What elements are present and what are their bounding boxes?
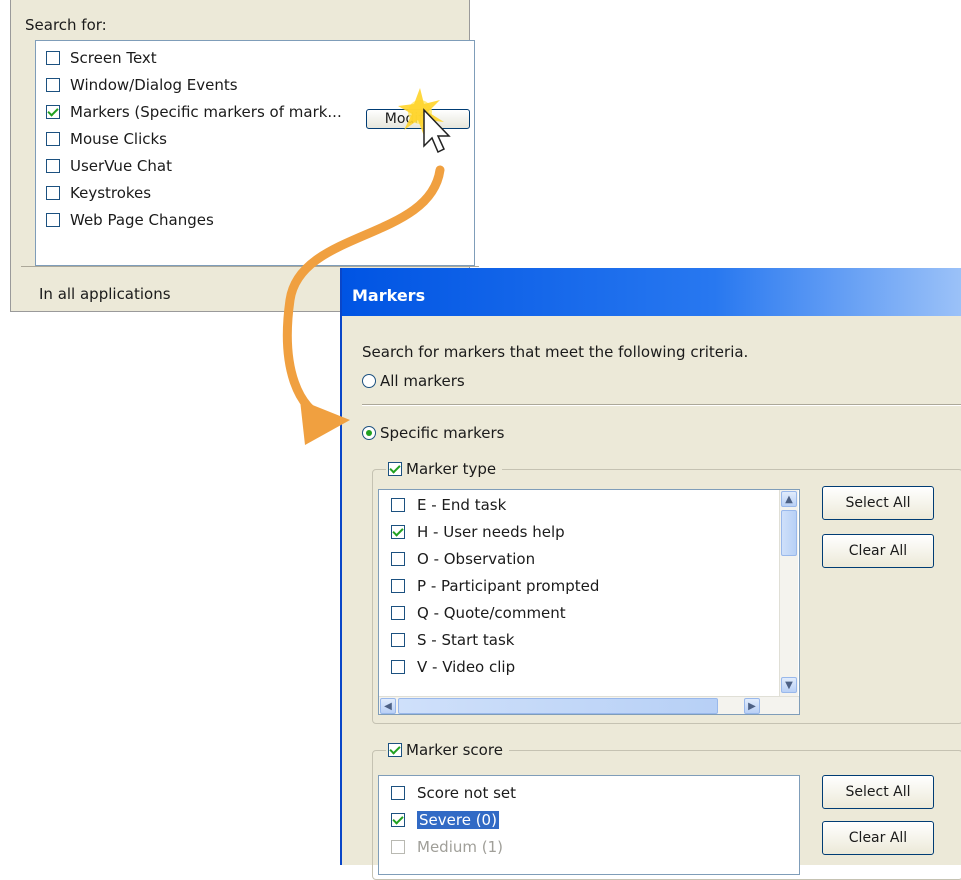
list-item-label: Window/Dialog Events xyxy=(70,76,238,94)
list-item-label: Keystrokes xyxy=(70,184,152,202)
keystrokes-checkbox[interactable] xyxy=(46,186,60,200)
list-item-label: UserVue Chat xyxy=(70,157,172,175)
list-item-label: Q - Quote/comment xyxy=(417,604,566,622)
list-item-label: S - Start task xyxy=(417,631,515,649)
marker-score-legend[interactable]: Marker score xyxy=(386,741,509,759)
list-item-markers[interactable]: Markers (Specific markers of mark... xyxy=(46,100,342,124)
list-item-keystrokes[interactable]: Keystrokes xyxy=(46,181,151,205)
marker-type-clear-all-button[interactable]: Clear All xyxy=(822,534,934,568)
list-item-label: P - Participant prompted xyxy=(417,577,600,595)
mouse-clicks-checkbox[interactable] xyxy=(46,132,60,146)
list-item-label: O - Observation xyxy=(417,550,536,568)
marker-type-checkbox[interactable] xyxy=(388,462,402,476)
marker-type-select-all-button[interactable]: Select All xyxy=(822,486,934,520)
list-item-label: Severe (0) xyxy=(417,811,499,829)
marker-item-checkbox[interactable] xyxy=(391,660,405,674)
horizontal-scrollbar-thumb[interactable] xyxy=(398,698,718,714)
marker-item-checkbox[interactable] xyxy=(391,498,405,512)
score-item-checkbox[interactable] xyxy=(391,840,405,854)
marker-item-checkbox[interactable] xyxy=(391,579,405,593)
list-item-label: Markers (Specific markers of mark... xyxy=(70,103,342,121)
marker-score-label: Marker score xyxy=(406,741,503,759)
list-item-label: Mouse Clicks xyxy=(70,130,167,148)
list-item[interactable]: H - User needs help xyxy=(391,520,565,544)
search-for-title: Search for: xyxy=(25,16,107,34)
marker-score-list[interactable]: Score not set Severe (0) Medium (1) xyxy=(378,775,800,875)
list-item-screen-text[interactable]: Screen Text xyxy=(46,46,157,70)
marker-score-clear-all-button[interactable]: Clear All xyxy=(822,821,934,855)
list-item-web-page-changes[interactable]: Web Page Changes xyxy=(46,208,214,232)
marker-type-list[interactable]: E - End task H - User needs help O - Obs… xyxy=(378,489,800,715)
list-item[interactable]: V - Video clip xyxy=(391,655,515,679)
specific-markers-label: Specific markers xyxy=(380,424,505,442)
list-item[interactable]: Score not set xyxy=(391,781,516,805)
marker-item-checkbox[interactable] xyxy=(391,633,405,647)
scroll-right-icon[interactable]: ▶ xyxy=(744,698,760,714)
window-dialog-events-checkbox[interactable] xyxy=(46,78,60,92)
dialog-title-bar[interactable]: Markers xyxy=(342,268,961,316)
all-markers-label: All markers xyxy=(380,372,465,390)
markers-dialog: Markers Search for markers that meet the… xyxy=(340,268,961,880)
score-item-checkbox[interactable] xyxy=(391,786,405,800)
marker-item-checkbox[interactable] xyxy=(391,525,405,539)
all-markers-option[interactable]: All markers xyxy=(362,372,465,390)
list-item[interactable]: Medium (1) xyxy=(391,835,503,859)
all-markers-radio[interactable] xyxy=(362,374,376,388)
scroll-down-icon[interactable]: ▼ xyxy=(781,677,797,693)
scope-label: In all applications xyxy=(39,285,171,303)
list-item-label: Score not set xyxy=(417,784,517,802)
marker-item-checkbox[interactable] xyxy=(391,552,405,566)
score-item-checkbox[interactable] xyxy=(391,813,405,827)
modify-button[interactable]: Modify xyxy=(366,109,470,129)
panel-divider xyxy=(21,266,479,267)
list-item-label: V - Video clip xyxy=(417,658,516,676)
list-item[interactable]: E - End task xyxy=(391,493,506,517)
markers-checkbox[interactable] xyxy=(46,105,60,119)
uservue-chat-checkbox[interactable] xyxy=(46,159,60,173)
scrollbar-thumb[interactable] xyxy=(781,510,797,556)
list-item-uservue-chat[interactable]: UserVue Chat xyxy=(46,154,172,178)
specific-markers-option[interactable]: Specific markers xyxy=(362,424,504,442)
marker-score-checkbox[interactable] xyxy=(388,743,402,757)
horizontal-scrollbar[interactable]: ◀ ▶ xyxy=(379,696,799,714)
search-type-list: Screen Text Window/Dialog Events Markers… xyxy=(35,40,475,266)
criteria-instructions: Search for markers that meet the followi… xyxy=(362,343,749,361)
list-item[interactable]: O - Observation xyxy=(391,547,535,571)
list-item-label: Web Page Changes xyxy=(70,211,214,229)
list-item-mouse-clicks[interactable]: Mouse Clicks xyxy=(46,127,167,151)
marker-type-label: Marker type xyxy=(406,460,497,478)
search-for-panel: Search for: Screen Text Window/Dialog Ev… xyxy=(10,0,479,312)
list-item[interactable]: P - Participant prompted xyxy=(391,574,599,598)
list-item[interactable]: Q - Quote/comment xyxy=(391,601,566,625)
list-item[interactable]: Severe (0) xyxy=(391,808,499,832)
specific-markers-radio[interactable] xyxy=(362,426,376,440)
marker-type-legend[interactable]: Marker type xyxy=(386,460,503,478)
list-item-label: Screen Text xyxy=(70,49,157,67)
list-item-window-dialog-events[interactable]: Window/Dialog Events xyxy=(46,73,238,97)
screen-text-checkbox[interactable] xyxy=(46,51,60,65)
list-item[interactable]: S - Start task xyxy=(391,628,514,652)
list-item-label: Medium (1) xyxy=(417,838,503,856)
marker-item-checkbox[interactable] xyxy=(391,606,405,620)
scroll-left-icon[interactable]: ◀ xyxy=(380,698,396,714)
dialog-title: Markers xyxy=(352,286,426,305)
section-divider xyxy=(362,404,961,406)
scroll-up-icon[interactable]: ▲ xyxy=(781,491,797,507)
list-item-label: H - User needs help xyxy=(417,523,565,541)
web-page-changes-checkbox[interactable] xyxy=(46,213,60,227)
vertical-scrollbar[interactable]: ▲ ▼ xyxy=(779,490,798,696)
marker-score-select-all-button[interactable]: Select All xyxy=(822,775,934,809)
list-item-label: E - End task xyxy=(417,496,507,514)
